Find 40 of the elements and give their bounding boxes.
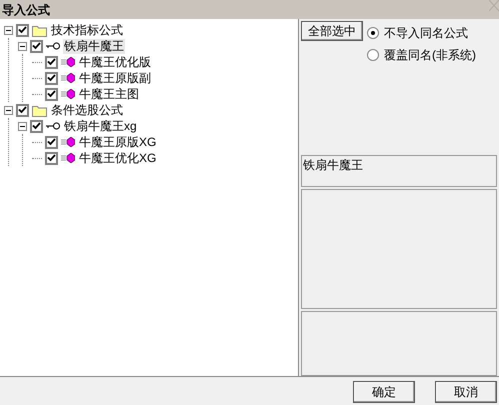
key-icon bbox=[46, 42, 60, 50]
tree-item[interactable]: 牛魔王原版XG bbox=[78, 134, 158, 150]
collapse-icon[interactable] bbox=[18, 122, 27, 130]
collapse-icon[interactable] bbox=[4, 26, 13, 34]
folder-icon bbox=[32, 104, 47, 116]
tree-item[interactable]: 条件选股公式 bbox=[50, 102, 124, 118]
window-title: 导入公式 bbox=[2, 4, 50, 16]
folder-icon bbox=[32, 24, 47, 36]
radio-button[interactable] bbox=[367, 49, 379, 61]
checkbox[interactable] bbox=[16, 24, 29, 36]
checkbox[interactable] bbox=[45, 88, 58, 100]
option-label: 不导入同名公式 bbox=[384, 25, 468, 42]
formula-icon bbox=[61, 89, 75, 99]
checkbox[interactable] bbox=[16, 104, 29, 116]
tree-item[interactable]: 技术指标公式 bbox=[50, 22, 124, 38]
tree-item[interactable]: 牛魔王原版副 bbox=[78, 70, 152, 86]
radio-button[interactable] bbox=[367, 27, 379, 39]
name-box: 铁扇牛魔王 bbox=[301, 155, 497, 187]
collapse-icon[interactable] bbox=[4, 106, 13, 114]
ok-button[interactable]: 确定 bbox=[353, 381, 415, 403]
tree-item[interactable]: 铁扇牛魔王 bbox=[63, 38, 125, 54]
key-icon bbox=[46, 122, 60, 130]
checkbox[interactable] bbox=[45, 152, 58, 164]
formula-icon bbox=[61, 73, 75, 83]
checkbox[interactable] bbox=[30, 120, 43, 132]
tree-item[interactable]: 牛魔王优化版 bbox=[78, 54, 152, 70]
cancel-button[interactable]: 取消 bbox=[435, 381, 497, 403]
select-all-button[interactable]: 全部选中 bbox=[301, 21, 363, 41]
collapse-icon[interactable] bbox=[18, 42, 27, 50]
checkbox[interactable] bbox=[45, 72, 58, 84]
checkbox[interactable] bbox=[45, 136, 58, 148]
checkbox[interactable] bbox=[30, 40, 43, 52]
checkbox[interactable] bbox=[45, 56, 58, 68]
tree-item[interactable]: 铁扇牛魔王xg bbox=[63, 118, 138, 134]
tree-item[interactable]: 牛魔王主图 bbox=[78, 86, 140, 102]
tree-item[interactable]: 牛魔王优化XG bbox=[78, 150, 158, 166]
formula-icon bbox=[61, 57, 75, 67]
option-label: 覆盖同名(非系统) bbox=[384, 47, 476, 64]
formula-icon bbox=[61, 137, 75, 147]
formula-icon bbox=[61, 153, 75, 163]
